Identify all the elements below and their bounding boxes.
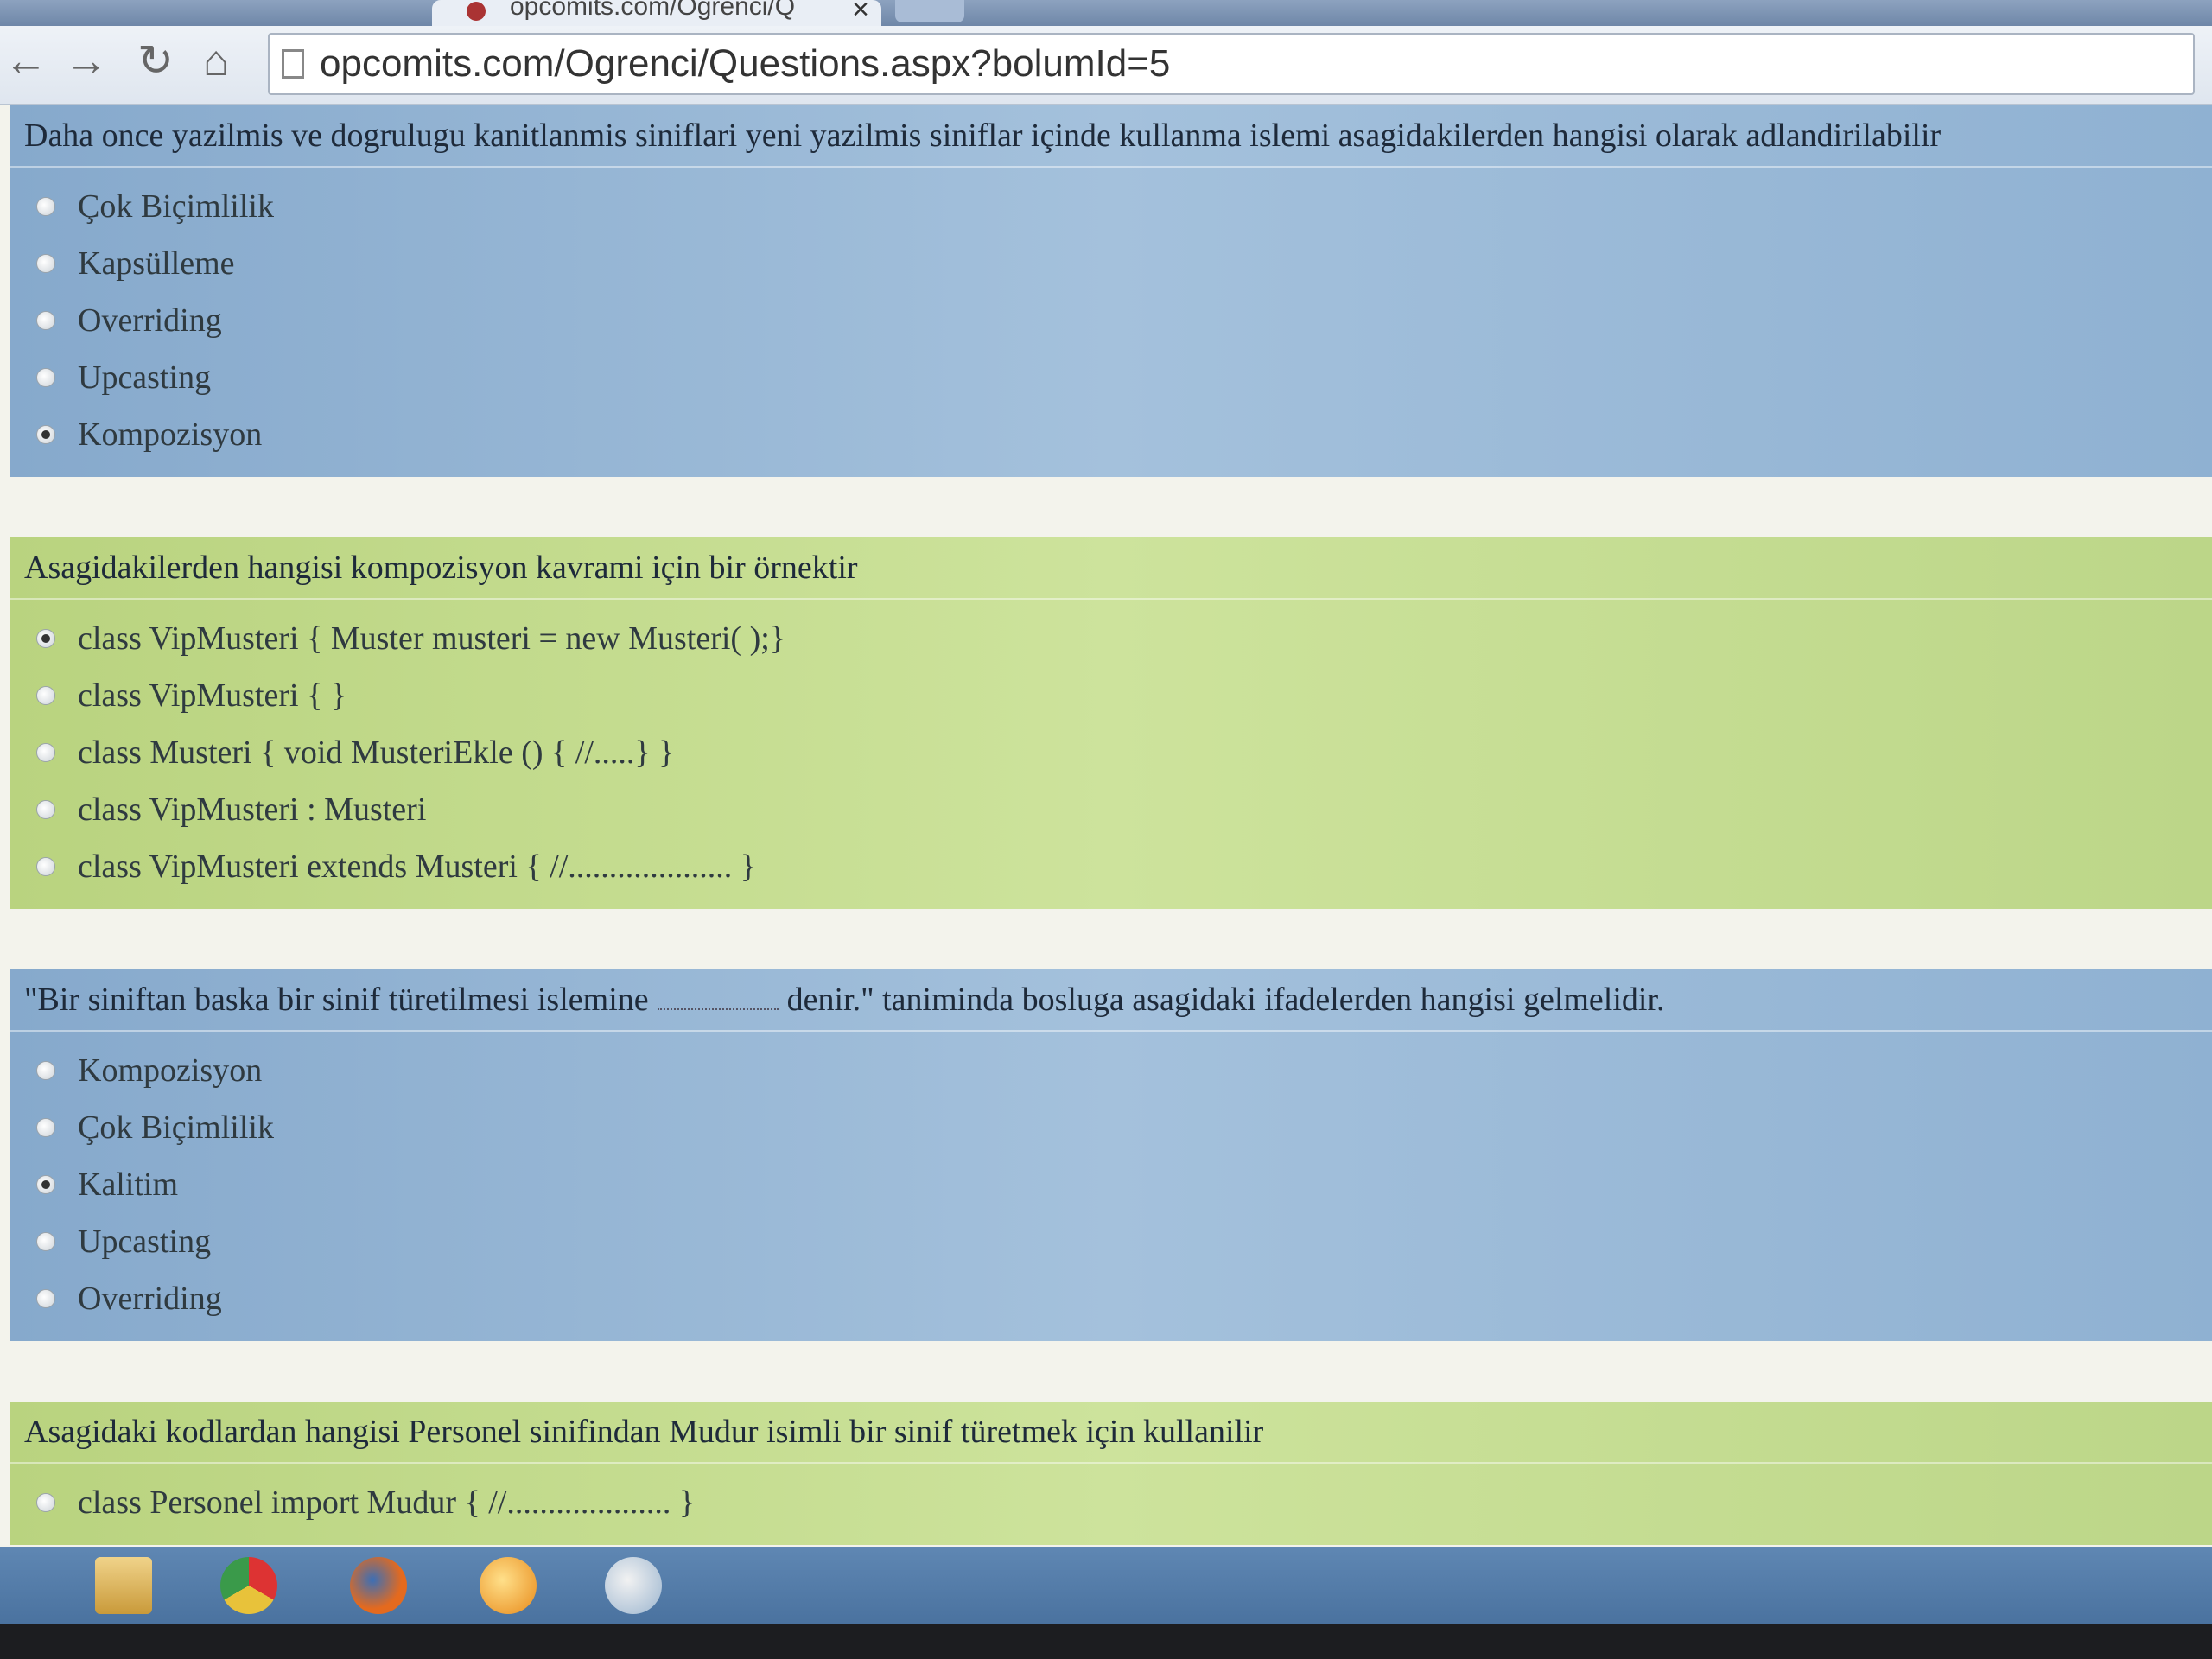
question-block-4: Asagidaki kodlardan hangisi Personel sin… (10, 1402, 2212, 1545)
option-label: Çok Biçimlilik (78, 1109, 274, 1146)
radio-button-checked[interactable] (36, 1175, 55, 1194)
option-item[interactable]: Kompozisyon (36, 406, 2186, 463)
radio-button[interactable] (36, 1232, 55, 1251)
page-icon (282, 49, 304, 79)
option-item[interactable]: Kalitim (36, 1156, 2186, 1213)
radio-button[interactable] (36, 1289, 55, 1308)
option-item[interactable]: class Personel import Mudur { //........… (36, 1474, 2186, 1531)
option-item[interactable]: class Musteri { void MusteriEkle () { //… (36, 724, 2186, 781)
radio-button[interactable] (36, 686, 55, 705)
tab-title: opcomits.com/Ogrenci/Q (510, 0, 796, 21)
option-item[interactable]: class VipMusteri extends Musteri { //...… (36, 838, 2186, 895)
option-item[interactable]: Overriding (36, 1270, 2186, 1327)
option-label: class VipMusteri : Musteri (78, 791, 427, 828)
radio-button[interactable] (36, 743, 55, 762)
firefox-icon[interactable] (350, 1557, 407, 1614)
question-block-1: Daha once yazilmis ve dogrulugu kanitlan… (10, 105, 2212, 477)
option-label: Kalitim (78, 1166, 179, 1203)
radio-button-checked[interactable] (36, 425, 55, 444)
option-label: Upcasting (78, 359, 212, 396)
option-item[interactable]: Overriding (36, 292, 2186, 349)
option-item[interactable]: Çok Biçimlilik (36, 1099, 2186, 1156)
option-item[interactable]: Çok Biçimlilik (36, 178, 2186, 235)
tab-favicon-icon (467, 2, 486, 21)
paint-icon[interactable] (605, 1557, 662, 1614)
home-icon[interactable]: ⌂ (190, 35, 242, 86)
orange-app-icon[interactable] (480, 1557, 537, 1614)
option-item[interactable]: Kapsülleme (36, 235, 2186, 292)
option-list: class Personel import Mudur { //........… (10, 1464, 2212, 1545)
option-label: Kompozisyon (78, 1052, 263, 1089)
option-item[interactable]: Kompozisyon (36, 1042, 2186, 1099)
radio-button[interactable] (36, 254, 55, 273)
question-block-2: Asagidakilerden hangisi kompozisyon kavr… (10, 537, 2212, 909)
browser-tab-strip: opcomits.com/Ogrenci/Q × (0, 0, 2212, 26)
monitor-bezel (0, 1624, 2212, 1659)
option-label: Kapsülleme (78, 245, 235, 282)
option-label: Kompozisyon (78, 416, 263, 453)
forward-arrow-icon[interactable]: → (60, 35, 112, 86)
option-label: class VipMusteri { } (78, 677, 347, 714)
option-label: class VipMusteri { Muster musteri = new … (78, 620, 786, 657)
radio-button[interactable] (36, 311, 55, 330)
option-label: Overriding (78, 302, 222, 339)
option-list: Kompozisyon Çok Biçimlilik Kalitim Upcas… (10, 1032, 2212, 1341)
radio-button-checked[interactable] (36, 629, 55, 648)
back-arrow-icon[interactable]: ← (0, 35, 52, 86)
option-label: Overriding (78, 1281, 222, 1317)
question-block-3: "Bir siniftan baska bir sinif türetilmes… (10, 969, 2212, 1341)
question-text: Daha once yazilmis ve dogrulugu kanitlan… (10, 105, 2212, 168)
address-url[interactable]: opcomits.com/Ogrenci/Questions.aspx?bolu… (320, 42, 1170, 86)
address-bar[interactable]: opcomits.com/Ogrenci/Questions.aspx?bolu… (268, 33, 2195, 95)
chrome-icon[interactable] (220, 1557, 277, 1614)
option-item[interactable]: class VipMusteri : Musteri (36, 781, 2186, 838)
option-label: class VipMusteri extends Musteri { //...… (78, 849, 756, 885)
option-list: class VipMusteri { Muster musteri = new … (10, 600, 2212, 909)
question-text: "Bir siniftan baska bir sinif türetilmes… (10, 969, 2212, 1032)
option-item[interactable]: class VipMusteri { Muster musteri = new … (36, 610, 2186, 667)
option-label: class Personel import Mudur { //........… (78, 1484, 696, 1521)
option-label: Çok Biçimlilik (78, 188, 274, 225)
radio-button[interactable] (36, 800, 55, 819)
question-text-after: denir." taniminda bosluga asagidaki ifad… (786, 982, 1665, 1018)
question-text-before: "Bir siniftan baska bir sinif türetilmes… (24, 982, 649, 1018)
option-label: class Musteri { void MusteriEkle () { //… (78, 734, 675, 771)
radio-button[interactable] (36, 368, 55, 387)
option-label: Upcasting (78, 1224, 212, 1260)
radio-button[interactable] (36, 1493, 55, 1512)
reload-icon[interactable]: ↻ (130, 35, 181, 86)
radio-button[interactable] (36, 197, 55, 216)
os-taskbar (0, 1547, 2212, 1624)
tab-close-icon[interactable]: × (852, 0, 869, 27)
fill-in-blank (657, 1008, 779, 1010)
option-item[interactable]: Upcasting (36, 349, 2186, 406)
windows-explorer-icon[interactable] (95, 1557, 152, 1614)
new-tab-button[interactable] (895, 0, 964, 22)
radio-button[interactable] (36, 1061, 55, 1080)
radio-button[interactable] (36, 857, 55, 876)
radio-button[interactable] (36, 1118, 55, 1137)
question-text: Asagidaki kodlardan hangisi Personel sin… (10, 1402, 2212, 1464)
browser-tab[interactable]: opcomits.com/Ogrenci/Q × (432, 0, 881, 26)
option-list: Çok Biçimlilik Kapsülleme Overriding Upc… (10, 168, 2212, 477)
option-item[interactable]: Upcasting (36, 1213, 2186, 1270)
question-text: Asagidakilerden hangisi kompozisyon kavr… (10, 537, 2212, 600)
browser-toolbar: ← → ↻ ⌂ opcomits.com/Ogrenci/Questions.a… (0, 26, 2212, 105)
option-item[interactable]: class VipMusteri { } (36, 667, 2186, 724)
questions-page: Daha once yazilmis ve dogrulugu kanitlan… (0, 105, 2212, 1547)
